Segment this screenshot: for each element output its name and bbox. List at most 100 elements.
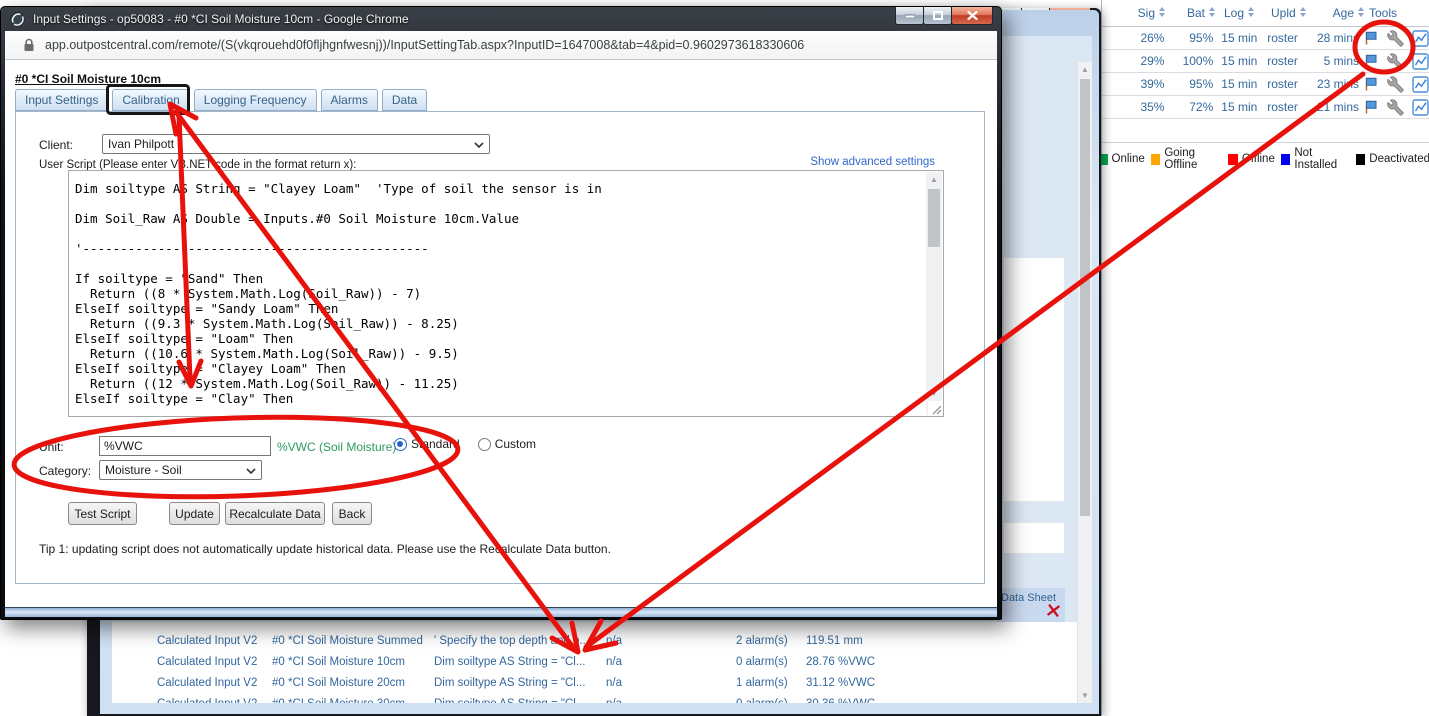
- device-row[interactable]: 29%100%15 minroster5 mins: [1102, 50, 1429, 73]
- scrollbar-thumb[interactable]: [1080, 79, 1090, 516]
- input-name[interactable]: #0 *CI Soil Moisture Summed: [272, 635, 423, 647]
- script-preview: Dim soiltype AS String = "Cl...: [434, 677, 585, 689]
- alarm-count: 2 alarm(s): [736, 635, 788, 647]
- user-script-textarea[interactable]: Dim soiltype AS String = "Clayey Loam" '…: [68, 170, 944, 417]
- category-value: Moisture - Soil: [105, 463, 182, 477]
- page-title: #0 *CI Soil Moisture 10cm: [15, 72, 161, 86]
- sort-icon[interactable]: [1208, 6, 1216, 21]
- table-row[interactable]: Calculated Input V2 #0 *CI Soil Moisture …: [112, 632, 1077, 653]
- tab-data[interactable]: Data: [382, 89, 427, 111]
- custom-radio-label: Custom: [495, 437, 536, 451]
- maximize-button[interactable]: [923, 7, 952, 25]
- window-title: Input Settings - op50083 - #0 *CI Soil M…: [33, 12, 409, 26]
- tab-calibration[interactable]: Calibration: [112, 89, 189, 111]
- unit-input[interactable]: %VWC: [99, 436, 271, 456]
- age-value: 5 mins: [1308, 54, 1359, 68]
- column-header-tools: Tools: [1365, 6, 1397, 20]
- scroll-down-button[interactable]: ▼: [1078, 688, 1092, 703]
- update-button[interactable]: Update: [169, 502, 220, 525]
- client-select[interactable]: Ivan Philpott: [102, 134, 490, 154]
- url-text[interactable]: app.outpostcentral.com/remote/(S(vkqroue…: [45, 38, 804, 52]
- delete-icon[interactable]: [1046, 603, 1061, 618]
- scroll-up-button[interactable]: ▲: [1078, 62, 1092, 77]
- custom-radio[interactable]: [478, 438, 491, 451]
- chart-icon[interactable]: [1412, 53, 1429, 70]
- age-value: 21 mins: [1308, 100, 1359, 114]
- unit-label: Unit:: [39, 440, 64, 454]
- wrench-icon[interactable]: [1387, 30, 1404, 47]
- alarm-count: 1 alarm(s): [736, 677, 788, 689]
- wrench-icon[interactable]: [1387, 53, 1404, 70]
- table-row[interactable]: Calculated Input V2#0 *CI Soil Moisture …: [112, 674, 1077, 695]
- battery-value: 95%: [1164, 77, 1213, 91]
- scrollbar-vertical[interactable]: ▲ ▼: [1077, 62, 1092, 703]
- minimize-button[interactable]: [895, 7, 924, 25]
- tools-cell: [1359, 76, 1429, 93]
- column-header-age[interactable]: Age: [1313, 6, 1365, 21]
- chart-icon[interactable]: [1412, 76, 1429, 93]
- legend-label: Deactivated: [1369, 153, 1429, 165]
- resize-grip[interactable]: [928, 401, 942, 415]
- flag-icon[interactable]: [1363, 53, 1379, 69]
- input-type: Calculated Input V2: [157, 656, 257, 668]
- column-header-sig[interactable]: Sig: [1102, 6, 1166, 21]
- chart-icon[interactable]: [1412, 99, 1429, 116]
- scroll-up-button[interactable]: ▲: [926, 172, 942, 187]
- script-preview: Dim soiltype AS String = "Cl...: [434, 698, 585, 703]
- input-settings-window: Input Settings - op50083 - #0 *CI Soil M…: [0, 6, 1002, 620]
- tab-logging-frequency[interactable]: Logging Frequency: [194, 89, 317, 111]
- legend-label: Going Offline: [1164, 147, 1222, 171]
- sort-icon[interactable]: [1357, 6, 1365, 21]
- address-bar[interactable]: app.outpostcentral.com/remote/(S(vkqroue…: [5, 31, 997, 60]
- table-row[interactable]: Calculated Input V2#0 *CI Soil Moisture …: [112, 695, 1077, 703]
- flag-icon[interactable]: [1363, 99, 1379, 115]
- tab-alarms[interactable]: Alarms: [321, 89, 378, 111]
- upload-mode: roster: [1264, 31, 1308, 45]
- sort-icon[interactable]: [1299, 6, 1307, 21]
- test-script-button[interactable]: Test Script: [68, 502, 137, 525]
- signal-value: 35%: [1102, 100, 1164, 114]
- age-value: 23 mins: [1308, 77, 1359, 91]
- wrench-icon[interactable]: [1387, 76, 1404, 93]
- device-row[interactable]: 26%95%15 minroster28 mins: [1102, 27, 1429, 50]
- standard-radio[interactable]: [394, 438, 407, 451]
- input-type: Calculated Input V2: [157, 635, 257, 647]
- chart-icon[interactable]: [1412, 30, 1429, 47]
- current-value: 30.36 %VWC: [806, 698, 875, 703]
- scrollbar-vertical[interactable]: ▲ ▼: [926, 172, 942, 415]
- column-header-log[interactable]: Log: [1216, 6, 1268, 21]
- input-name[interactable]: #0 *CI Soil Moisture 30cm: [272, 698, 405, 703]
- sort-icon[interactable]: [1158, 6, 1166, 21]
- wrench-icon[interactable]: [1387, 99, 1404, 116]
- close-button[interactable]: [951, 7, 993, 25]
- recalculate-data-button[interactable]: Recalculate Data: [225, 502, 325, 525]
- signal-value: 29%: [1102, 54, 1164, 68]
- device-row[interactable]: 35%72%15 minroster21 mins: [1102, 96, 1429, 119]
- window-titlebar[interactable]: Input Settings - op50083 - #0 *CI Soil M…: [1, 7, 1001, 31]
- flag-icon[interactable]: [1363, 76, 1379, 92]
- back-button[interactable]: Back: [332, 502, 372, 525]
- page-content: #0 *CI Soil Moisture 10cm Input Settings…: [5, 60, 997, 609]
- column-header-bat[interactable]: Bat: [1166, 6, 1216, 21]
- input-name[interactable]: #0 *CI Soil Moisture 10cm: [272, 656, 405, 668]
- tab-input-settings[interactable]: Input Settings: [15, 89, 108, 111]
- background-field: [1003, 522, 1065, 554]
- battery-value: 100%: [1164, 54, 1213, 68]
- na-value: n/a: [606, 677, 622, 689]
- category-select[interactable]: Moisture - Soil: [99, 460, 262, 480]
- sort-icon[interactable]: [1247, 6, 1255, 21]
- column-header-upld[interactable]: Upld: [1268, 6, 1313, 21]
- device-list-panel: Sig Bat Log Upld Age Tools 26%95%15 minr…: [1101, 0, 1429, 716]
- device-row[interactable]: 39%95%15 minroster23 mins: [1102, 73, 1429, 96]
- legend-color-swatch: [1151, 154, 1161, 165]
- script-code[interactable]: Dim soiltype AS String = "Clayey Loam" '…: [75, 181, 923, 414]
- client-label: Client:: [39, 138, 73, 152]
- scroll-down-button[interactable]: ▼: [926, 386, 942, 401]
- input-name[interactable]: #0 *CI Soil Moisture 20cm: [272, 677, 405, 689]
- flag-icon[interactable]: [1363, 30, 1379, 46]
- status-legend: OnlineGoing OfflineOfflineNot InstalledD…: [1102, 142, 1429, 175]
- table-row[interactable]: Calculated Input V2 #0 *CI Soil Moisture …: [112, 653, 1077, 674]
- current-value: 28.76 %VWC: [806, 656, 875, 668]
- show-advanced-settings-link[interactable]: Show advanced settings: [810, 156, 935, 168]
- scrollbar-thumb[interactable]: [928, 189, 940, 247]
